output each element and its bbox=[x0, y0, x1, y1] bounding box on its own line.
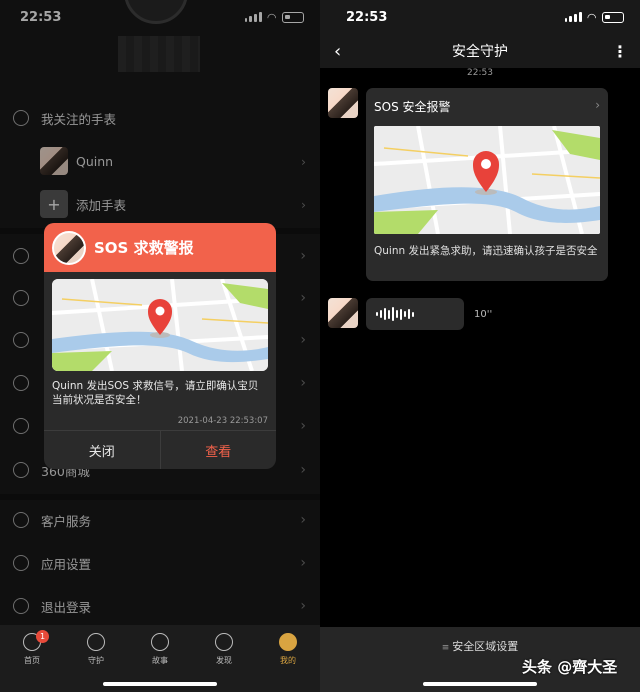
tab-label: 守护 bbox=[88, 656, 104, 665]
menu-icon: ≡ bbox=[441, 643, 453, 653]
dialog-buttons: 关闭 查看 bbox=[44, 430, 276, 469]
sender-avatar[interactable] bbox=[328, 298, 358, 328]
safe-zone-settings-button[interactable]: ≡ 安全区域设置 bbox=[320, 638, 640, 654]
location-map[interactable] bbox=[374, 126, 600, 234]
dialog-timestamp: 2021-04-23 22:53:07 bbox=[177, 416, 268, 426]
location-map[interactable] bbox=[52, 279, 268, 371]
planet-icon bbox=[215, 633, 233, 651]
chat-timestamp: 22:53 bbox=[467, 68, 493, 78]
tab-label: 我的 bbox=[280, 656, 296, 665]
page-title: 安全守护 bbox=[452, 44, 508, 60]
home-indicator[interactable] bbox=[423, 682, 537, 686]
back-icon[interactable]: ‹ bbox=[334, 41, 341, 62]
chevron-right-icon: › bbox=[595, 98, 600, 112]
status-icons: ◠ bbox=[564, 10, 624, 24]
voice-duration: 10'' bbox=[474, 309, 493, 320]
sos-alert-dialog: SOS 求救警报 Quinn 发出SOS 求救信号，请立即确认宝贝当前状况是否安… bbox=[44, 223, 276, 469]
face-icon bbox=[151, 633, 169, 651]
tab-mine[interactable]: 我的 bbox=[256, 625, 320, 692]
tab-label: 首页 bbox=[24, 656, 40, 665]
view-button[interactable]: 查看 bbox=[161, 431, 277, 469]
right-screen: 22:53 ◠ ‹ 安全守护 ⋮ 22:53 SOS 安全报警 › Quinn … bbox=[320, 0, 640, 692]
wifi-icon: ◠ bbox=[587, 10, 596, 24]
notification-badge: 1 bbox=[36, 630, 49, 643]
nav-bar: ‹ 安全守护 ⋮ bbox=[320, 34, 640, 68]
safe-zone-label: 安全区域设置 bbox=[452, 640, 519, 653]
tab-label: 故事 bbox=[152, 656, 168, 665]
tab-label: 发现 bbox=[216, 656, 232, 665]
dialog-title: SOS 求救警报 bbox=[94, 239, 194, 257]
more-icon[interactable]: ⋮ bbox=[612, 42, 628, 61]
map-graphic bbox=[374, 126, 600, 234]
home-indicator[interactable] bbox=[103, 682, 217, 686]
sender-avatar[interactable] bbox=[328, 88, 358, 118]
dialog-header: SOS 求救警报 bbox=[44, 223, 276, 272]
tab-home[interactable]: 1 首页 bbox=[0, 625, 64, 692]
dialog-message: Quinn 发出SOS 求救信号，请立即确认宝贝当前状况是否安全！ bbox=[52, 380, 259, 406]
left-screen: 22:53 ◠ 我关注的手表 Quinn › + 添加手表 › › › › › … bbox=[0, 0, 320, 692]
location-icon bbox=[87, 633, 105, 651]
voice-message[interactable] bbox=[366, 298, 464, 330]
map-graphic bbox=[52, 279, 268, 371]
person-icon bbox=[279, 633, 297, 651]
card-message: Quinn 发出紧急求助，请迅速确认孩子是否安全 bbox=[374, 245, 598, 257]
status-time: 22:53 bbox=[346, 9, 388, 25]
close-button[interactable]: 关闭 bbox=[44, 431, 161, 469]
watermark: 头条 @齊大圣 bbox=[522, 658, 618, 676]
card-title: SOS 安全报警 bbox=[374, 100, 451, 114]
battery-icon bbox=[602, 11, 624, 23]
sos-alarm-card[interactable]: SOS 安全报警 › Quinn 发出紧急求助，请迅速确认孩子是否安全 bbox=[366, 88, 608, 281]
quinn-avatar bbox=[52, 230, 86, 265]
status-bar: 22:53 ◠ bbox=[320, 0, 640, 34]
signal-icon bbox=[564, 12, 582, 22]
